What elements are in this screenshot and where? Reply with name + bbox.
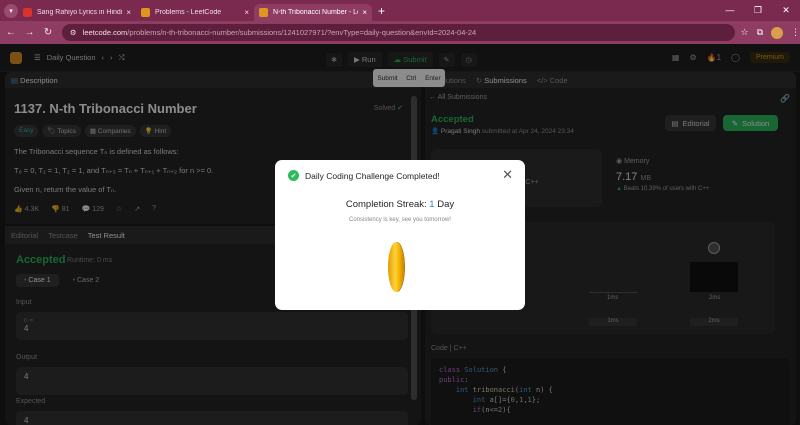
check-circle-icon: ✔ xyxy=(288,170,299,181)
bookmark-star-icon[interactable]: ☆ xyxy=(741,27,749,38)
modal-header: ✔ Daily Coding Challenge Completed! xyxy=(288,170,440,181)
site-info-icon[interactable]: ⚙ xyxy=(70,28,77,37)
browser-tab-tribonacci[interactable]: N-th Tribonacci Number - Leet × xyxy=(254,4,372,21)
close-window-icon[interactable]: ✕ xyxy=(772,0,800,21)
back-arrow-icon[interactable]: ← xyxy=(3,27,19,38)
address-bar: ← → ↻ ⚙ leetcode.com/problems/n-th-tribo… xyxy=(0,21,800,44)
new-tab-button[interactable]: + xyxy=(378,4,385,18)
maximize-icon[interactable]: ❐ xyxy=(744,0,772,21)
reload-icon[interactable]: ↻ xyxy=(40,27,56,38)
streak-value: 1 xyxy=(429,199,435,210)
browser-tab-problems[interactable]: Problems - LeetCode × xyxy=(136,4,254,21)
spinning-coin-icon xyxy=(388,242,404,292)
daily-challenge-modal: ✔ Daily Coding Challenge Completed! ✕ Co… xyxy=(275,160,525,310)
close-tab-icon[interactable]: × xyxy=(362,8,367,17)
url-path: /problems/n-th-tribonacci-number/submiss… xyxy=(127,28,477,37)
completion-streak: Completion Streak: 1 Day xyxy=(275,199,525,210)
tab-search-icon[interactable]: ▾ xyxy=(4,3,18,18)
tab-title: N-th Tribonacci Number - Leet xyxy=(273,9,359,16)
extensions-icon[interactable]: ⧉ xyxy=(757,27,763,38)
streak-unit: Day xyxy=(437,199,455,210)
close-icon[interactable]: ✕ xyxy=(502,167,513,183)
minimize-icon[interactable]: — xyxy=(716,0,744,21)
streak-label: Completion Streak: xyxy=(345,199,427,210)
favicon-icon xyxy=(259,8,268,17)
browser-tab-bar: ▾ Sang Rahiyo Lyrics in Hindi, Sa × Prob… xyxy=(0,0,800,21)
close-tab-icon[interactable]: × xyxy=(126,8,131,17)
tab-title: Problems - LeetCode xyxy=(155,9,222,16)
browser-tab-lyrics[interactable]: Sang Rahiyo Lyrics in Hindi, Sa × xyxy=(18,4,136,21)
url-field[interactable]: ⚙ leetcode.com/problems/n-th-tribonacci-… xyxy=(61,24,735,41)
tab-title: Sang Rahiyo Lyrics in Hindi, Sa xyxy=(37,9,122,16)
profile-avatar[interactable] xyxy=(771,26,784,39)
window-controls: — ❐ ✕ xyxy=(716,0,800,21)
favicon-icon xyxy=(23,8,32,17)
forward-arrow-icon[interactable]: → xyxy=(22,27,38,38)
consistency-message: Consistency is key, see you tomorrow! xyxy=(349,217,451,223)
menu-dots-icon[interactable]: ⋮ xyxy=(791,27,800,38)
url-domain: leetcode.com xyxy=(82,28,128,37)
favicon-icon xyxy=(141,8,150,17)
close-tab-icon[interactable]: × xyxy=(244,8,249,17)
modal-title: Daily Coding Challenge Completed! xyxy=(305,170,440,181)
